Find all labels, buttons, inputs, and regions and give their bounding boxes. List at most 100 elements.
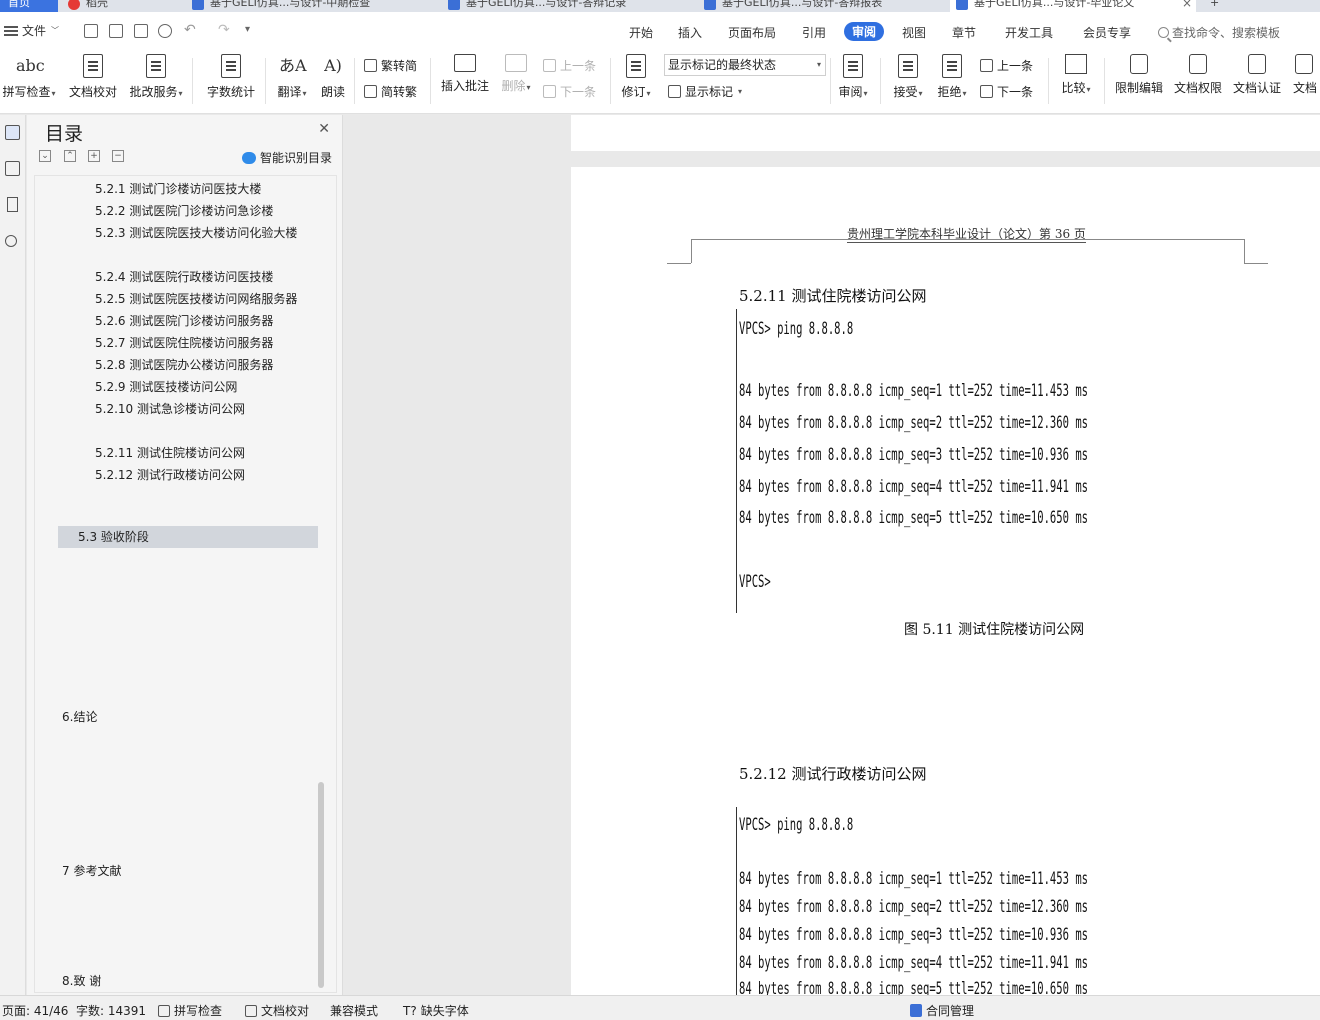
- toc-item[interactable]: 5.2.1 测试门诊楼访问医技大楼: [95, 180, 261, 197]
- tab-page-layout[interactable]: 页面布局: [728, 24, 776, 41]
- tab-start[interactable]: 开始: [629, 24, 653, 41]
- document-page[interactable]: 贵州理工学院本科毕业设计（论文）第 36 页 5.2.11 测试住院楼访问公网 …: [571, 167, 1320, 995]
- tab-review[interactable]: 审阅: [844, 22, 885, 41]
- toc-item[interactable]: 5.2.4 测试医院行政楼访问医技楼: [95, 268, 273, 285]
- toc-item[interactable]: 5.2.2 测试医院门诊楼访问急诊楼: [95, 202, 273, 219]
- toc-item[interactable]: 5.2.12 测试行政楼访问公网: [95, 466, 245, 483]
- command-search[interactable]: 查找命令、搜索模板: [1158, 24, 1280, 41]
- markup-display-select[interactable]: 显示标记的最终状态 ▾: [664, 54, 826, 76]
- next-change-icon: [980, 85, 993, 98]
- toc-item[interactable]: 5.2.11 测试住院楼访问公网: [95, 444, 245, 461]
- missing-fonts-status[interactable]: T? 缺失字体: [403, 1002, 469, 1019]
- chapter-nav-icon[interactable]: [5, 161, 20, 176]
- tab-developer[interactable]: 开发工具: [1005, 24, 1053, 41]
- smart-toc-button[interactable]: 智能识别目录: [241, 149, 332, 166]
- doc-cert-button[interactable]: 文档认证: [1232, 54, 1282, 96]
- chevron-down-icon: ▾: [302, 89, 307, 98]
- doc-proof-status-label: 文档校对: [261, 1004, 310, 1018]
- new-tab-button[interactable]: +: [1200, 0, 1230, 12]
- word-count-indicator[interactable]: 字数: 14391: [76, 1002, 146, 1019]
- annotate-service-button[interactable]: 批改服务▾: [127, 54, 185, 100]
- next-change-button[interactable]: 下一条: [980, 83, 1033, 100]
- expand-up-icon[interactable]: ⌃: [64, 150, 76, 162]
- show-markup-button[interactable]: 显示标记 ▾: [668, 83, 742, 100]
- remove-heading-icon[interactable]: −: [112, 150, 124, 162]
- close-icon[interactable]: ✕: [318, 121, 330, 137]
- delete-comment-button[interactable]: 删除▾: [498, 54, 534, 94]
- export-pdf-icon[interactable]: [109, 24, 123, 38]
- add-heading-icon[interactable]: +: [88, 150, 100, 162]
- tab-insert[interactable]: 插入: [678, 24, 702, 41]
- tab-defense-report[interactable]: 基于GELI仿真...与设计-答辩报表: [698, 0, 948, 12]
- tab-label: 稻壳: [86, 0, 108, 9]
- prev-comment-button[interactable]: 上一条: [543, 57, 596, 74]
- customize-toolbar-icon[interactable]: ▾: [245, 24, 259, 38]
- spell-check-status[interactable]: 拼写检查: [158, 1002, 222, 1019]
- search-icon[interactable]: [5, 235, 17, 247]
- tab-home[interactable]: 首页: [0, 0, 58, 12]
- doc-permission-button[interactable]: 文档权限: [1173, 54, 1223, 96]
- toc-icon[interactable]: [5, 125, 20, 140]
- toc-item[interactable]: 6.结论: [62, 708, 97, 725]
- save-icon[interactable]: [84, 24, 98, 38]
- toc-scrollbar[interactable]: [318, 782, 324, 988]
- restrict-editing-button[interactable]: 限制编辑: [1114, 54, 1164, 96]
- shield-icon: [1248, 54, 1266, 74]
- terminal-screenshot: VPCS> ping 8.8.8.8 84 bytes from 8.8.8.8…: [736, 807, 1088, 995]
- close-icon[interactable]: ×: [1182, 0, 1192, 12]
- document-canvas[interactable]: 贵州理工学院本科毕业设计（论文）第 36 页 5.2.11 测试住院楼访问公网 …: [344, 115, 1320, 995]
- insert-comment-button[interactable]: 插入批注: [440, 54, 490, 94]
- toc-item[interactable]: 8.致 谢: [62, 972, 101, 989]
- collapse-all-icon[interactable]: ⌄: [39, 150, 51, 162]
- simp-to-trad-button[interactable]: 简转繁: [364, 83, 417, 100]
- tab-view[interactable]: 视图: [902, 24, 926, 41]
- tab-member[interactable]: 会员专享: [1083, 24, 1131, 41]
- file-menu[interactable]: 文件 ﹀: [4, 22, 59, 39]
- print-icon[interactable]: [134, 24, 148, 38]
- translate-button[interactable]: あA 翻译▾: [274, 54, 310, 100]
- word-count-text: 字数: 14391: [76, 1004, 147, 1018]
- toc-item[interactable]: 5.2.10 测试急诊楼访问公网: [95, 400, 245, 417]
- toc-item[interactable]: 5.2.7 测试医院住院楼访问服务器: [95, 334, 273, 351]
- trad-to-simp-button[interactable]: 繁转简: [364, 57, 417, 74]
- toc-item[interactable]: 5.2.8 测试医院办公楼访问服务器: [95, 356, 273, 373]
- menu-bar: 文件 ﹀ ↶ ↷ ▾ 开始 插入 页面布局 引用 审阅 视图 章节 开发工具 会…: [0, 12, 1320, 48]
- reject-button[interactable]: 拒绝▾: [934, 54, 970, 100]
- compare-button[interactable]: 比较▾: [1058, 54, 1094, 96]
- prev-change-button[interactable]: 上一条: [980, 57, 1033, 74]
- word-count-button[interactable]: 字数统计: [205, 54, 257, 100]
- spell-check-button[interactable]: abc 拼写检查▾: [0, 54, 58, 100]
- track-changes-button[interactable]: 修订▾: [618, 54, 654, 100]
- bookmark-icon[interactable]: [7, 197, 18, 212]
- toc-item-selected[interactable]: 5.3 验收阶段: [58, 526, 318, 548]
- writer-doc-icon: [448, 0, 460, 10]
- tab-label: 首页: [8, 0, 30, 9]
- page-indicator[interactable]: 页面: 41/46: [2, 1002, 68, 1019]
- toc-item[interactable]: 5.2.3 测试医院医技大楼访问化验大楼: [95, 224, 297, 241]
- read-aloud-button[interactable]: A) 朗读: [318, 54, 348, 100]
- checkbox-icon: [158, 1004, 170, 1017]
- toc-item[interactable]: 5.2.5 测试医院医技楼访问网络服务器: [95, 290, 297, 307]
- tab-daoke[interactable]: 稻壳: [62, 0, 182, 12]
- print-preview-icon[interactable]: [158, 24, 172, 38]
- button-label: 比较: [1061, 81, 1086, 95]
- undo-icon[interactable]: ↶: [184, 23, 198, 38]
- toc-item[interactable]: 5.2.6 测试医院门诊楼访问服务器: [95, 312, 273, 329]
- header-rule: [691, 239, 1245, 240]
- toc-item[interactable]: 7 参考文献: [62, 862, 121, 879]
- redo-icon[interactable]: ↷: [218, 23, 232, 38]
- delete-comment-icon: [505, 54, 527, 72]
- toc-item[interactable]: 5.2.9 测试医技楼访问公网: [95, 378, 237, 395]
- tab-thesis[interactable]: 基于GELI仿真...与设计-毕业论文 ×: [950, 0, 1196, 12]
- accept-button[interactable]: 接受▾: [890, 54, 926, 100]
- tab-references[interactable]: 引用: [802, 24, 826, 41]
- review-pane-button[interactable]: 审阅▾: [836, 54, 870, 100]
- doc-more-button[interactable]: 文档: [1293, 54, 1320, 96]
- tab-chapter[interactable]: 章节: [952, 24, 976, 41]
- doc-proof-status[interactable]: 文档校对: [245, 1002, 309, 1019]
- doc-proof-button[interactable]: 文档校对: [66, 54, 120, 100]
- contract-management-button[interactable]: 合同管理: [910, 1002, 974, 1019]
- next-comment-button[interactable]: 下一条: [543, 83, 596, 100]
- tab-midterm-check[interactable]: 基于GELI仿真...与设计-中期检查: [186, 0, 436, 12]
- tab-defense-record[interactable]: 基于GELI仿真...与设计-答辩记录: [442, 0, 692, 12]
